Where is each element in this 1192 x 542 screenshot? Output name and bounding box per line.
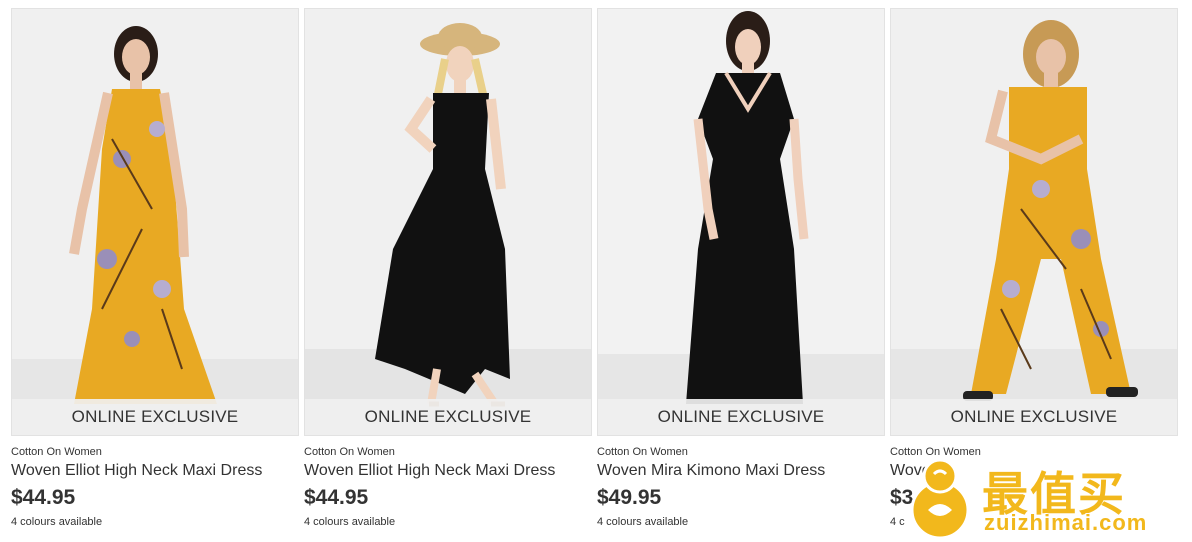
- product-image-link[interactable]: ONLINE EXCLUSIVE: [890, 8, 1178, 436]
- colours-available[interactable]: 4 colours available: [597, 516, 688, 528]
- online-exclusive-badge: ONLINE EXCLUSIVE: [891, 399, 1177, 435]
- product-photo: [598, 9, 884, 435]
- product-card: ONLINE EXCLUSIVE Cotton On Women Woven E…: [304, 8, 592, 538]
- colours-available[interactable]: 4 colours available: [11, 516, 102, 528]
- product-brand: Cotton On Women: [304, 446, 395, 458]
- product-grid: ONLINE EXCLUSIVE Cotton On Women Woven E…: [0, 0, 1192, 542]
- product-card: ONLINE EXCLUSIVE Cotton On Women Woven M…: [597, 8, 885, 538]
- product-brand: Cotton On Women: [890, 446, 981, 458]
- product-brand: Cotton On Women: [11, 446, 102, 458]
- product-name-link[interactable]: Woven B: [890, 462, 955, 480]
- online-exclusive-badge: ONLINE EXCLUSIVE: [305, 399, 591, 435]
- product-price: $44.95: [304, 486, 369, 509]
- product-card: ONLINE EXCLUSIVE Cotton On Women Woven E…: [11, 8, 299, 538]
- product-price: $44.95: [11, 486, 76, 509]
- online-exclusive-badge: ONLINE EXCLUSIVE: [12, 399, 298, 435]
- product-image-link[interactable]: ONLINE EXCLUSIVE: [304, 8, 592, 436]
- product-image-link[interactable]: ONLINE EXCLUSIVE: [11, 8, 299, 436]
- product-image-link[interactable]: ONLINE EXCLUSIVE: [597, 8, 885, 436]
- product-photo: [305, 9, 591, 435]
- online-exclusive-badge: ONLINE EXCLUSIVE: [598, 399, 884, 435]
- product-name-link[interactable]: Woven Elliot High Neck Maxi Dress: [11, 462, 262, 480]
- product-brand: Cotton On Women: [597, 446, 688, 458]
- colours-available[interactable]: 4 colours available: [304, 516, 395, 528]
- colours-available[interactable]: 4 c: [890, 516, 905, 528]
- product-name-link[interactable]: Woven Mira Kimono Maxi Dress: [597, 462, 825, 480]
- product-card: ONLINE EXCLUSIVE Cotton On Women Woven B…: [890, 8, 1178, 538]
- product-name-link[interactable]: Woven Elliot High Neck Maxi Dress: [304, 462, 555, 480]
- product-price: $3: [890, 486, 914, 509]
- product-photo: [12, 9, 298, 435]
- product-photo: [891, 9, 1177, 435]
- product-price: $49.95: [597, 486, 662, 509]
